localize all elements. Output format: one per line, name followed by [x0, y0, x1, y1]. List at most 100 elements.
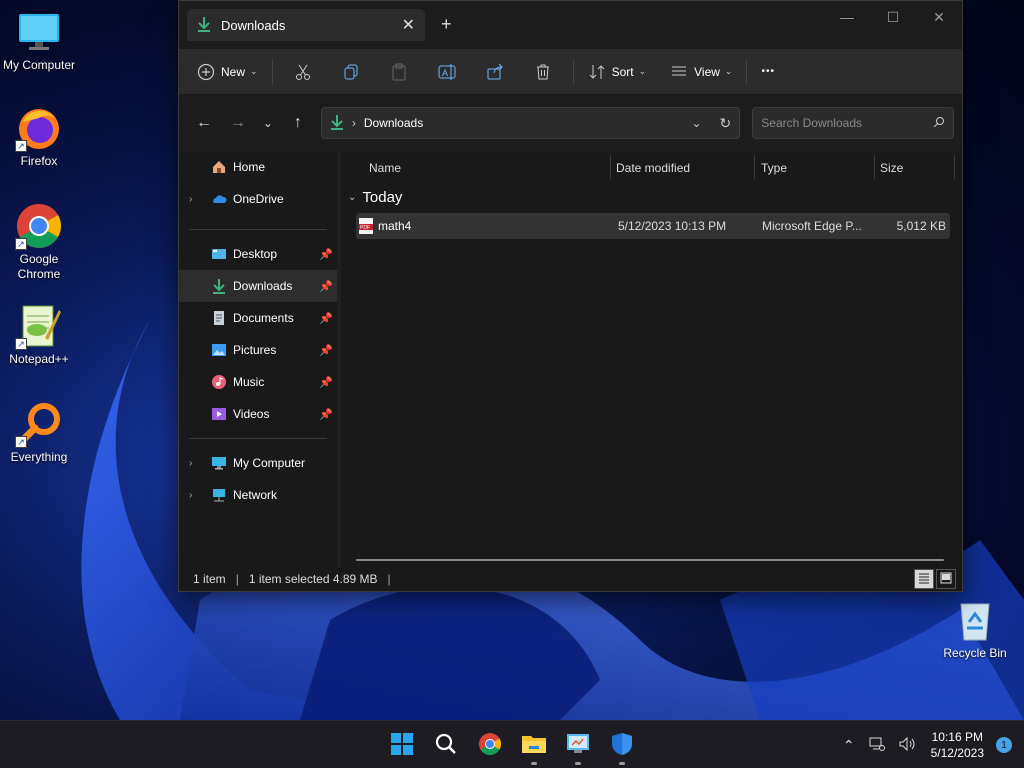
start-button[interactable] — [380, 723, 424, 767]
chevron-down-icon: ⌄ — [724, 66, 733, 76]
column-separator[interactable] — [954, 155, 955, 179]
view-lines-icon — [672, 66, 687, 75]
document-icon — [211, 310, 227, 326]
expand-chevron-icon[interactable]: › — [189, 490, 211, 501]
search-box[interactable] — [752, 107, 955, 139]
cut-button[interactable] — [279, 56, 327, 88]
group-label: Today — [362, 188, 403, 206]
sort-button[interactable]: Sort ⌄ — [580, 56, 655, 88]
file-type: Microsoft Edge P... — [762, 219, 862, 233]
new-tab-button[interactable]: + — [441, 14, 452, 35]
nav-item-my-computer[interactable]: › My Computer — [179, 447, 337, 479]
nav-item-music[interactable]: Music 📌 — [179, 366, 337, 398]
pin-icon[interactable]: 📌 — [319, 408, 333, 421]
network-status-icon[interactable] — [869, 737, 885, 754]
horizontal-scrollbar[interactable] — [356, 559, 944, 561]
system-clock[interactable]: 10:16 PM 5/12/2023 — [931, 729, 984, 761]
item-count: 1 item — [193, 572, 226, 586]
tiles-view-button[interactable] — [936, 569, 956, 589]
pin-icon[interactable]: 📌 — [319, 344, 333, 357]
nav-item-downloads[interactable]: Downloads 📌 — [179, 270, 337, 302]
clipboard-icon — [392, 63, 406, 80]
details-view-button[interactable] — [914, 569, 934, 589]
desktop-icon-chrome[interactable]: ↗ Google Chrome — [0, 202, 78, 282]
group-header-today[interactable]: ⌄ Today — [342, 183, 962, 211]
rename-icon: A — [438, 63, 456, 80]
volume-icon[interactable] — [899, 736, 917, 754]
column-header-date-modified[interactable]: Date modified — [616, 157, 690, 179]
desktop-icon-label: My Computer — [2, 58, 76, 72]
close-tab-icon[interactable]: ✕ — [402, 15, 415, 35]
recent-locations-button[interactable]: ⌄ — [255, 107, 281, 139]
column-separator[interactable] — [754, 155, 755, 179]
nav-item-home[interactable]: Home — [179, 151, 337, 183]
copy-button[interactable] — [327, 56, 375, 88]
up-button[interactable]: ↑ — [281, 107, 315, 139]
delete-button[interactable] — [519, 56, 567, 88]
new-button[interactable]: New ⌄ — [189, 56, 266, 88]
music-icon — [211, 374, 227, 390]
nav-item-documents[interactable]: Documents 📌 — [179, 302, 337, 334]
desktop-icon-firefox[interactable]: ↗ Firefox — [0, 104, 78, 169]
navigation-pane-splitter[interactable] — [337, 151, 341, 567]
arrow-right-icon: → — [229, 114, 246, 131]
expand-chevron-icon[interactable]: › — [189, 458, 211, 469]
column-separator[interactable] — [874, 155, 875, 179]
nav-item-videos[interactable]: Videos 📌 — [179, 398, 337, 430]
file-row[interactable]: PDF math4 5/12/2023 10:13 PM Microsoft E… — [356, 213, 950, 239]
pin-icon[interactable]: 📌 — [319, 312, 333, 325]
svg-text:A: A — [442, 68, 448, 78]
desktop-icon-notepadpp[interactable]: ↗ Notepad++ — [0, 302, 78, 367]
back-button[interactable]: ← — [187, 107, 221, 139]
nav-item-desktop[interactable]: Desktop 📌 — [179, 238, 337, 270]
desktop-icon-everything[interactable]: ↗ Everything — [0, 400, 78, 465]
taskbar-control-panel[interactable] — [556, 723, 600, 767]
status-separator: | — [235, 572, 239, 586]
nav-item-network[interactable]: › Network — [179, 479, 337, 511]
taskbar-search-button[interactable] — [424, 723, 468, 767]
clock-time: 10:16 PM — [931, 730, 983, 744]
view-button[interactable]: View ⌄ — [662, 56, 740, 88]
nav-item-onedrive[interactable]: › OneDrive — [179, 183, 337, 215]
address-dropdown-icon[interactable]: ⌄ — [691, 116, 701, 130]
close-window-button[interactable]: ✕ — [916, 1, 962, 33]
chrome-icon — [478, 732, 502, 759]
shortcut-arrow-icon: ↗ — [15, 238, 27, 250]
desktop-icon-recycle-bin[interactable]: Recycle Bin — [936, 596, 1014, 661]
column-separator[interactable] — [610, 155, 611, 179]
search-input[interactable] — [761, 116, 934, 130]
desktop-icon-label: Notepad++ — [9, 352, 69, 366]
windows-logo-icon — [391, 732, 413, 758]
minimize-button[interactable]: — — [824, 1, 870, 33]
column-header-type[interactable]: Type — [761, 157, 787, 179]
maximize-button[interactable]: ☐ — [870, 1, 916, 33]
desktop-icon-my-computer[interactable]: My Computer — [0, 8, 78, 73]
forward-button[interactable]: → — [221, 107, 255, 139]
rename-button[interactable]: A — [423, 56, 471, 88]
show-hidden-icons-chevron-icon[interactable]: ⌃ — [843, 737, 855, 754]
taskbar-chrome[interactable] — [468, 723, 512, 767]
pin-icon[interactable]: 📌 — [319, 376, 333, 389]
taskbar-file-explorer[interactable] — [512, 723, 556, 767]
see-more-button[interactable]: ••• — [753, 56, 783, 88]
nav-item-pictures[interactable]: Pictures 📌 — [179, 334, 337, 366]
expand-chevron-icon[interactable]: › — [189, 194, 211, 205]
paste-button[interactable] — [375, 56, 423, 88]
taskbar-windows-security[interactable] — [600, 723, 644, 767]
pin-icon[interactable]: 📌 — [319, 280, 333, 293]
arrow-up-icon: ↑ — [293, 114, 302, 131]
nav-label: Home — [233, 160, 266, 174]
share-button[interactable] — [471, 56, 519, 88]
tab-downloads[interactable]: Downloads ✕ — [187, 9, 425, 41]
column-header-size[interactable]: Size — [880, 157, 903, 179]
breadcrumb-chevron-icon[interactable]: › — [352, 116, 356, 130]
shortcut-arrow-icon: ↗ — [15, 338, 27, 350]
pin-icon[interactable]: 📌 — [319, 248, 333, 261]
column-header-name[interactable]: Name — [369, 157, 401, 179]
address-bar[interactable]: › Downloads ⌄ ↻ — [320, 107, 741, 139]
recycle-bin-icon — [951, 596, 999, 644]
refresh-icon[interactable]: ↻ — [720, 115, 732, 132]
search-icon — [435, 733, 457, 758]
notification-badge[interactable]: 1 — [996, 737, 1012, 753]
breadcrumb-downloads[interactable]: Downloads — [364, 116, 423, 130]
